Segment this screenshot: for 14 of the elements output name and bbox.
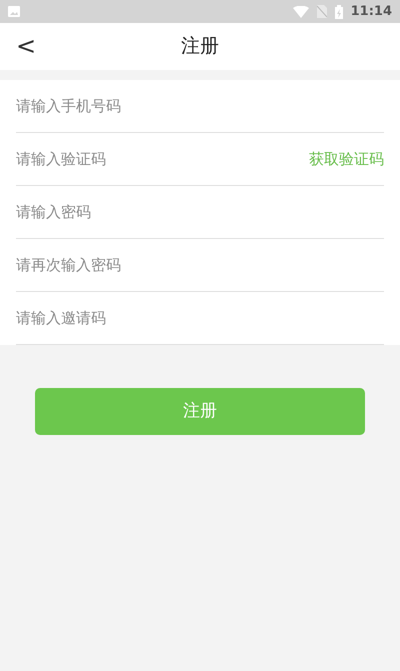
register-button[interactable]: 注册 <box>35 388 365 435</box>
input-field[interactable]: 请输入验证码 <box>16 148 309 170</box>
get-code-link[interactable]: 获取验证码 <box>309 148 384 170</box>
clock-time: 11:14 <box>350 2 392 21</box>
input-field[interactable]: 请再次输入密码 <box>16 254 384 276</box>
input-field[interactable]: 请输入密码 <box>16 200 384 224</box>
battery-icon <box>334 4 343 18</box>
image-icon <box>8 6 20 17</box>
no-sim-icon <box>316 5 327 18</box>
wifi-icon <box>292 6 309 18</box>
input-field[interactable]: 请输入邀请码 <box>16 306 384 330</box>
back-button[interactable]: < <box>10 31 42 61</box>
page-title: 注册 <box>181 34 219 60</box>
input-field[interactable]: 请输入手机号码 <box>16 94 384 118</box>
